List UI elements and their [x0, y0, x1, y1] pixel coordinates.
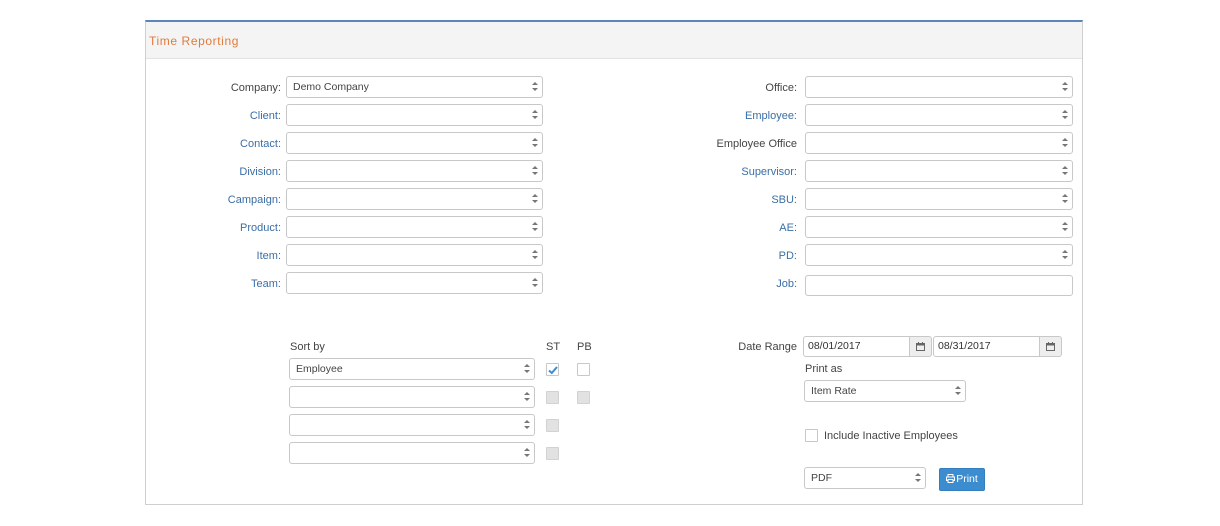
select-caret-icon: [1061, 80, 1069, 94]
company-select[interactable]: Demo Company: [286, 76, 543, 98]
employee-label[interactable]: Employee:: [646, 109, 797, 123]
item-label[interactable]: Item:: [146, 249, 281, 263]
st-checkbox-3[interactable]: [546, 419, 559, 432]
team-label[interactable]: Team:: [146, 277, 281, 291]
select-caret-icon: [531, 108, 539, 122]
supervisor-label[interactable]: Supervisor:: [646, 165, 797, 179]
st-checkbox-2[interactable]: [546, 391, 559, 404]
division-select[interactable]: [286, 160, 543, 182]
select-caret-icon: [531, 276, 539, 290]
select-caret-icon: [914, 471, 922, 485]
print-icon: [946, 474, 956, 483]
select-caret-icon: [531, 136, 539, 150]
print-button[interactable]: Print: [939, 468, 985, 491]
end-date-input[interactable]: 08/31/2017: [933, 336, 1040, 357]
pd-select[interactable]: [805, 244, 1073, 266]
pb-checkbox-2[interactable]: [577, 391, 590, 404]
select-caret-icon: [1061, 192, 1069, 206]
print-as-select-value: Item Rate: [811, 385, 857, 397]
sbu-label[interactable]: SBU:: [646, 193, 797, 207]
st-checkbox-1[interactable]: [546, 363, 559, 376]
company-select-value: Demo Company: [293, 81, 369, 93]
select-caret-icon: [523, 362, 531, 376]
print-as-select[interactable]: Item Rate: [804, 380, 966, 402]
sort-by-select-1[interactable]: Employee: [289, 358, 535, 380]
panel-header: Time Reporting: [146, 22, 1082, 59]
panel-title: Time Reporting: [149, 34, 239, 48]
select-caret-icon: [954, 384, 962, 398]
office-select[interactable]: [805, 76, 1073, 98]
sort-by-select-4[interactable]: [289, 442, 535, 464]
start-date-input[interactable]: 08/01/2017: [803, 336, 910, 357]
campaign-select[interactable]: [286, 188, 543, 210]
start-date-calendar-button[interactable]: [910, 336, 932, 357]
division-label[interactable]: Division:: [146, 165, 281, 179]
sort-by-select-3[interactable]: [289, 414, 535, 436]
select-caret-icon: [531, 220, 539, 234]
employee-office-select[interactable]: [805, 132, 1073, 154]
ae-select[interactable]: [805, 216, 1073, 238]
select-caret-icon: [523, 418, 531, 432]
team-select[interactable]: [286, 272, 543, 294]
client-select[interactable]: [286, 104, 543, 126]
job-label[interactable]: Job:: [646, 277, 797, 291]
office-label: Office:: [765, 82, 797, 94]
output-format-select-value: PDF: [811, 472, 832, 484]
pd-label[interactable]: PD:: [646, 249, 797, 263]
select-caret-icon: [523, 446, 531, 460]
select-caret-icon: [531, 80, 539, 94]
include-inactive-checkbox[interactable]: [805, 429, 818, 442]
time-reporting-panel: Time Reporting Company: Demo Company Cli…: [145, 20, 1083, 505]
select-caret-icon: [1061, 248, 1069, 262]
print-button-label: Print: [956, 473, 978, 485]
select-caret-icon: [531, 164, 539, 178]
date-range-label: Date Range: [738, 341, 797, 353]
item-select[interactable]: [286, 244, 543, 266]
employee-office-label: Employee Office: [716, 138, 797, 150]
checkmark-icon: [548, 366, 558, 375]
product-select[interactable]: [286, 216, 543, 238]
select-caret-icon: [1061, 108, 1069, 122]
select-caret-icon: [523, 390, 531, 404]
calendar-icon: [916, 342, 925, 351]
st-checkbox-4[interactable]: [546, 447, 559, 460]
campaign-label[interactable]: Campaign:: [146, 193, 281, 207]
output-format-select[interactable]: PDF: [804, 467, 926, 489]
pb-column-label: PB: [577, 341, 592, 353]
print-as-label: Print as: [805, 363, 843, 375]
pb-checkbox-1[interactable]: [577, 363, 590, 376]
calendar-icon: [1046, 342, 1055, 351]
contact-select[interactable]: [286, 132, 543, 154]
end-date-calendar-button[interactable]: [1040, 336, 1062, 357]
sbu-select[interactable]: [805, 188, 1073, 210]
ae-label[interactable]: AE:: [646, 221, 797, 235]
employee-select[interactable]: [805, 104, 1073, 126]
sort-by-label: Sort by: [290, 341, 325, 353]
company-label: Company:: [230, 82, 281, 94]
product-label[interactable]: Product:: [146, 221, 281, 235]
supervisor-select[interactable]: [805, 160, 1073, 182]
select-caret-icon: [531, 248, 539, 262]
select-caret-icon: [531, 192, 539, 206]
select-caret-icon: [1061, 164, 1069, 178]
sort-by-select-2[interactable]: [289, 386, 535, 408]
include-inactive-label[interactable]: Include Inactive Employees: [824, 429, 958, 443]
client-label[interactable]: Client:: [146, 109, 281, 123]
select-caret-icon: [1061, 136, 1069, 150]
contact-label[interactable]: Contact:: [146, 137, 281, 151]
job-input[interactable]: [805, 275, 1073, 296]
select-caret-icon: [1061, 220, 1069, 234]
sort-by-select-1-value: Employee: [296, 363, 343, 375]
st-column-label: ST: [546, 341, 561, 353]
